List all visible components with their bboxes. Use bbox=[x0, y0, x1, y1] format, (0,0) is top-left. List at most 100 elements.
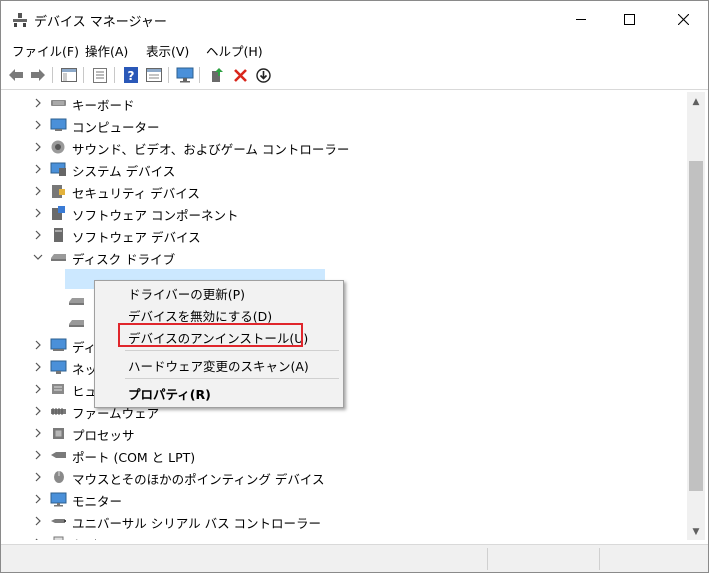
download-circle-icon bbox=[255, 67, 271, 83]
chevron-right-icon[interactable] bbox=[31, 404, 45, 418]
tree-item-label: ユニバーサル シリアル バス コントローラー bbox=[72, 516, 322, 531]
chevron-right-icon[interactable] bbox=[31, 338, 45, 352]
menu-help[interactable]: ヘルプ(H) bbox=[206, 41, 263, 60]
tree-item-label: コンピューター bbox=[72, 120, 160, 135]
tree-item-label: セキュリティ デバイス bbox=[72, 186, 200, 201]
tree-category-item[interactable]: ソフトウェア コンポーネント bbox=[4, 202, 686, 224]
computer-icon bbox=[50, 117, 67, 133]
tree-item-label: ソフトウェア コンポーネント bbox=[72, 208, 239, 223]
security-device-icon bbox=[50, 183, 67, 199]
properties-view-button[interactable] bbox=[144, 65, 164, 85]
export-list-button[interactable] bbox=[90, 65, 110, 85]
tree-item-label: サウンド、ビデオ、およびゲーム コントローラー bbox=[72, 142, 350, 157]
tree-category-item[interactable]: セキュリティ デバイス bbox=[4, 180, 686, 202]
chevron-right-icon[interactable] bbox=[31, 162, 45, 176]
tree-item-label: プロセッサ bbox=[72, 428, 135, 443]
toolbar-separator bbox=[199, 67, 200, 83]
status-divider bbox=[599, 548, 600, 570]
tree-item-label: キーボード bbox=[72, 98, 135, 113]
tree-category-item[interactable]: モニター bbox=[4, 488, 686, 510]
menu-action[interactable]: 操作(A) bbox=[85, 41, 128, 60]
uninstall-button[interactable] bbox=[230, 65, 250, 85]
help-button[interactable]: ? bbox=[121, 65, 141, 85]
status-divider bbox=[487, 548, 488, 570]
chevron-right-icon[interactable] bbox=[31, 228, 45, 242]
close-icon bbox=[677, 13, 689, 25]
list-icon bbox=[93, 67, 107, 83]
tree-category-item[interactable]: ユニバーサル シリアル バス コントローラー bbox=[4, 510, 686, 532]
disk-drive-icon bbox=[50, 249, 67, 265]
scrollbar-thumb[interactable] bbox=[689, 161, 703, 491]
monitor-scan-icon bbox=[176, 67, 194, 83]
chevron-right-icon[interactable] bbox=[31, 118, 45, 132]
speaker-icon bbox=[50, 139, 67, 155]
tree-item-label: システム デバイス bbox=[72, 164, 176, 179]
tree-category-item[interactable]: 印刷キ bbox=[4, 532, 686, 540]
disk-icon bbox=[68, 293, 85, 309]
help-icon: ? bbox=[124, 67, 138, 83]
chevron-right-icon[interactable] bbox=[31, 184, 45, 198]
maximize-button[interactable] bbox=[606, 1, 652, 37]
menu-update-driver[interactable]: ドライバーの更新(P) bbox=[128, 284, 245, 303]
chevron-up-icon: ▲ bbox=[692, 97, 700, 107]
menu-scan-hardware[interactable]: ハードウェア変更のスキャン(A) bbox=[128, 356, 309, 375]
toolbar: ? bbox=[1, 61, 708, 90]
chevron-right-icon[interactable] bbox=[31, 470, 45, 484]
menu-bar: ファイル(F) 操作(A) 表示(V) ヘルプ(H) bbox=[1, 37, 708, 61]
delete-x-icon bbox=[233, 68, 247, 82]
minimize-button[interactable] bbox=[558, 1, 604, 37]
tree-item-label: マウスとそのほかのポインティング デバイス bbox=[72, 472, 325, 487]
chevron-down-icon: ▼ bbox=[692, 527, 700, 537]
menu-view[interactable]: 表示(V) bbox=[146, 41, 189, 60]
update-driver-button[interactable] bbox=[207, 65, 227, 85]
close-button[interactable] bbox=[660, 1, 706, 37]
scroll-up-button[interactable]: ▲ bbox=[687, 94, 705, 110]
software-device-icon bbox=[50, 227, 67, 243]
scroll-down-button[interactable]: ▼ bbox=[687, 524, 705, 540]
software-component-icon bbox=[50, 205, 67, 221]
tree-item-label: ディスク ドライブ bbox=[72, 252, 176, 267]
menu-properties[interactable]: プロパティ(R) bbox=[128, 384, 211, 403]
chevron-down-icon[interactable] bbox=[31, 250, 45, 264]
chevron-right-icon[interactable] bbox=[31, 360, 45, 374]
show-hide-tree-button[interactable] bbox=[59, 65, 79, 85]
tree-category-item[interactable]: マウスとそのほかのポインティング デバイス bbox=[4, 466, 686, 488]
chevron-right-icon[interactable] bbox=[31, 492, 45, 506]
chevron-right-icon[interactable] bbox=[31, 426, 45, 440]
device-manager-window: デバイス マネージャー ファイル(F) 操作(A) 表示(V) ヘルプ(H) ?… bbox=[0, 0, 709, 573]
back-button[interactable] bbox=[6, 65, 26, 85]
menu-separator bbox=[125, 350, 339, 351]
maximize-icon bbox=[623, 13, 635, 25]
tree-category-item[interactable]: ソフトウェア デバイス bbox=[4, 224, 686, 246]
tree-category-item[interactable]: ポート (COM と LPT) bbox=[4, 444, 686, 466]
scan-hardware-button[interactable] bbox=[175, 65, 195, 85]
hid-icon bbox=[50, 381, 67, 397]
menu-file[interactable]: ファイル(F) bbox=[12, 41, 79, 60]
disable-device-button[interactable] bbox=[253, 65, 273, 85]
tree-category-item[interactable]: ディスク ドライブ bbox=[4, 246, 686, 268]
forward-button[interactable] bbox=[28, 65, 48, 85]
tree-item-label: モニター bbox=[72, 494, 123, 509]
chevron-right-icon[interactable] bbox=[31, 382, 45, 396]
monitor-icon bbox=[50, 491, 67, 507]
toolbar-separator bbox=[83, 67, 84, 83]
chevron-right-icon[interactable] bbox=[31, 206, 45, 220]
chevron-right-icon[interactable] bbox=[31, 140, 45, 154]
title-bar: デバイス マネージャー bbox=[1, 1, 708, 37]
printer-icon bbox=[50, 535, 67, 540]
tree-category-item[interactable]: コンピューター bbox=[4, 114, 686, 136]
display-adapter-icon bbox=[50, 337, 67, 353]
tree-category-item[interactable]: キーボード bbox=[4, 92, 686, 114]
chevron-right-icon[interactable] bbox=[31, 514, 45, 528]
back-arrow-icon bbox=[9, 69, 23, 81]
tree-category-item[interactable]: システム デバイス bbox=[4, 158, 686, 180]
toolbar-separator bbox=[52, 67, 53, 83]
port-icon bbox=[50, 447, 67, 463]
chevron-right-icon[interactable] bbox=[31, 536, 45, 540]
chevron-right-icon[interactable] bbox=[31, 96, 45, 110]
chevron-right-icon[interactable] bbox=[31, 448, 45, 462]
tree-category-item[interactable]: プロセッサ bbox=[4, 422, 686, 444]
forward-arrow-icon bbox=[31, 69, 45, 81]
toolbar-separator bbox=[114, 67, 115, 83]
tree-category-item[interactable]: サウンド、ビデオ、およびゲーム コントローラー bbox=[4, 136, 686, 158]
